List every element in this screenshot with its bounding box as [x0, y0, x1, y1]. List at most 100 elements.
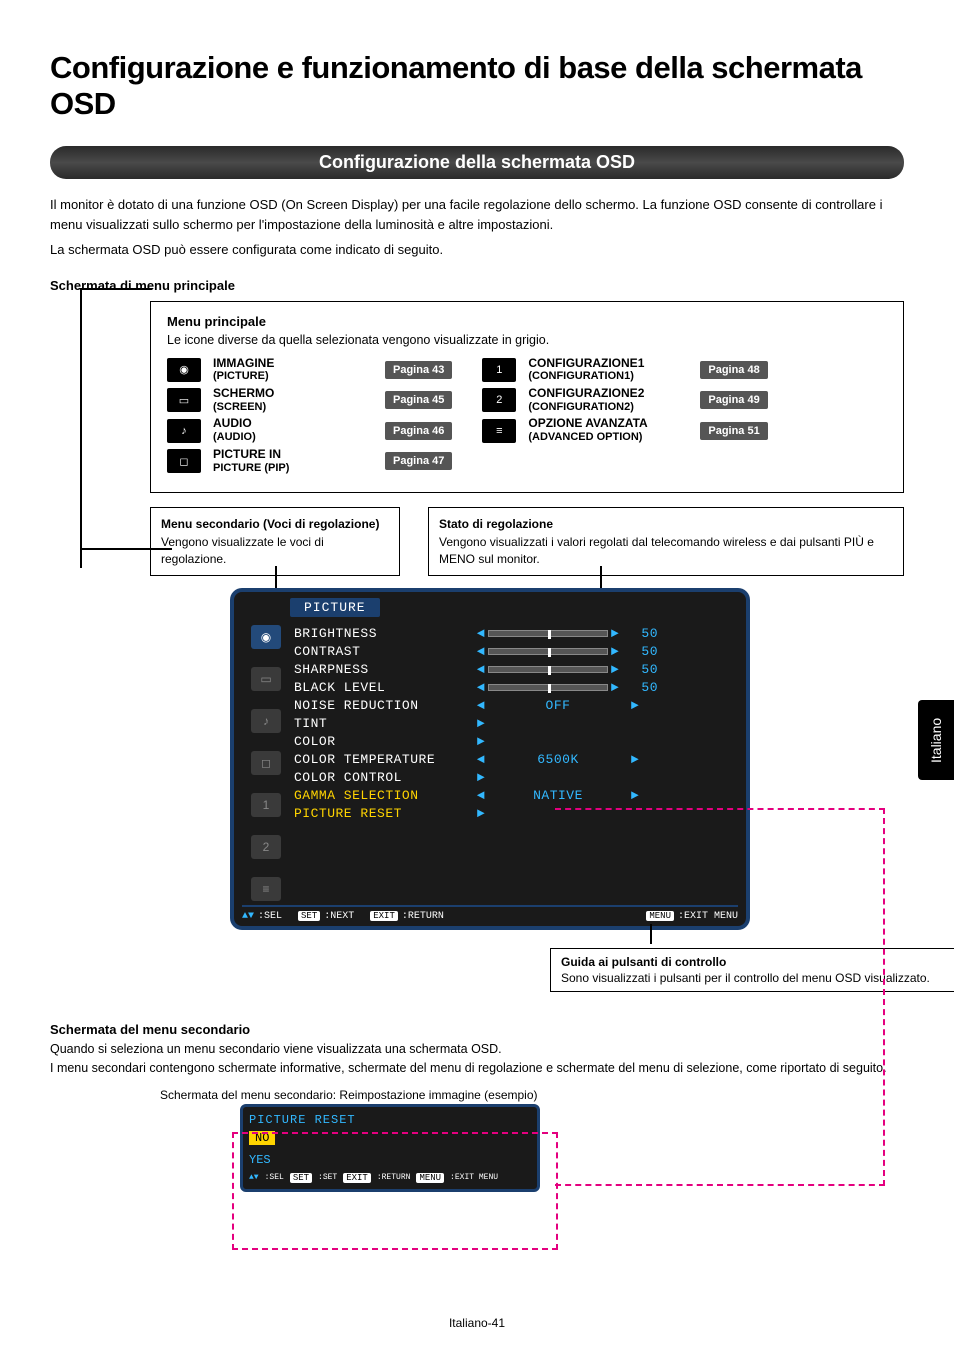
submenu-desc-title: Menu secondario (Voci di regolazione): [161, 516, 389, 532]
menu-sublabel: PICTURE (PIP): [213, 462, 373, 475]
menu-item-config2: 2 CONFIGURAZIONE2(CONFIGURATION2) Pagina…: [482, 387, 767, 413]
osd-row-label: PICTURE RESET: [294, 806, 474, 821]
osd-value: 50: [628, 680, 658, 695]
intro-paragraph-2: La schermata OSD può essere configurata …: [50, 240, 904, 260]
menu-sublabel: (AUDIO): [213, 431, 373, 444]
dashed-connector: [883, 808, 885, 1186]
menu-label: IMMAGINE: [213, 357, 373, 371]
osd-side-config1-icon: 1: [251, 793, 281, 817]
guide-box: Guida ai pulsanti di controllo Sono visu…: [550, 948, 954, 992]
pip-icon: ◻: [167, 449, 201, 473]
osd-center-value: 6500K: [488, 752, 628, 767]
menu-item-screen: ▭ SCHERMO(SCREEN) Pagina 45: [167, 387, 452, 413]
left-arrow-icon: ◄: [474, 626, 488, 641]
main-menu-screen-label: Schermata di menu principale: [50, 278, 904, 293]
footer-exitmenu: :EXIT MENU: [678, 911, 738, 922]
submenu-desc-text: Vengono visualizzate le voci di regolazi…: [161, 534, 389, 566]
dashed-connector: [555, 1184, 885, 1186]
osd-value: 50: [628, 644, 658, 659]
connector-line: [80, 548, 172, 550]
audio-icon: ♪: [167, 419, 201, 443]
left-arrow-icon: ◄: [474, 644, 488, 659]
osd-row-label: SHARPNESS: [294, 662, 474, 677]
main-menu-title: Menu principale: [167, 314, 887, 329]
screen-icon: ▭: [167, 388, 201, 412]
menu-sublabel: (SCREEN): [213, 401, 373, 414]
menu-item-audio: ♪ AUDIO(AUDIO) Pagina 46: [167, 417, 452, 443]
osd-center-value: OFF: [488, 698, 628, 713]
secondary-text-2: I menu secondari contengono schermate in…: [50, 1060, 904, 1078]
osd-side-config2-icon: 2: [251, 835, 281, 859]
osd-row-label: CONTRAST: [294, 644, 474, 659]
osd-main-panel: PICTURE ◉ ▭ ♪ ◻ 1 2 ≡ BRIGHTNESS◄►50CONT…: [230, 588, 750, 930]
secondary-menu-header: Schermata del menu secondario: [50, 1022, 904, 1037]
osd-side-audio-icon: ♪: [251, 709, 281, 733]
page-badge: Pagina 48: [700, 361, 767, 379]
menu-label: PICTURE IN: [213, 448, 373, 462]
osd-settings-list: BRIGHTNESS◄►50CONTRAST◄►50SHARPNESS◄►50B…: [290, 619, 738, 901]
secondary-text-1: Quando si seleziona un menu secondario v…: [50, 1041, 904, 1059]
menu-sublabel: (PICTURE): [213, 370, 373, 383]
menu-item-picture: ◉ IMMAGINE(PICTURE) Pagina 43: [167, 357, 452, 383]
connector-line: [650, 924, 652, 944]
osd-footer: ▲▼:SEL SET:NEXT EXIT:RETURN MENU:EXIT ME…: [242, 905, 738, 922]
page-badge: Pagina 51: [700, 422, 767, 440]
footer-set-tag: SET: [298, 911, 320, 921]
osd-row-label: TINT: [294, 716, 474, 731]
menu-item-config1: 1 CONFIGURAZIONE1(CONFIGURATION1) Pagina…: [482, 357, 767, 383]
osd-row: BRIGHTNESS◄►50: [294, 625, 734, 643]
menu-label: OPZIONE AVANZATA: [528, 417, 688, 431]
page-badge: Pagina 49: [700, 391, 767, 409]
page-badge: Pagina 43: [385, 361, 452, 379]
connector-line: [80, 288, 82, 568]
footer-exit-tag: EXIT: [370, 911, 398, 921]
left-arrow-icon: ◄: [474, 698, 488, 713]
right-arrow-icon: ►: [608, 644, 622, 659]
guide-title: Guida ai pulsanti di controllo: [561, 955, 954, 969]
left-arrow-icon: ◄: [474, 752, 488, 767]
page-title: Configurazione e funzionamento di base d…: [50, 50, 904, 122]
right-arrow-icon: ►: [474, 806, 488, 821]
osd-row: NOISE REDUCTION◄OFF►: [294, 697, 734, 715]
osd-row: TINT►: [294, 715, 734, 733]
osd-row: SHARPNESS◄►50: [294, 661, 734, 679]
menu-label: CONFIGURAZIONE2: [528, 387, 688, 401]
right-arrow-icon: ►: [628, 698, 642, 713]
osd-slider: [488, 630, 608, 637]
page-number: Italiano-41: [0, 1316, 954, 1330]
osd-row-label: COLOR TEMPERATURE: [294, 752, 474, 767]
section-title-bar: Configurazione della schermata OSD: [50, 146, 904, 179]
osd-side-advanced-icon: ≡: [251, 877, 281, 901]
menu-label: SCHERMO: [213, 387, 373, 401]
osd-row-label: NOISE REDUCTION: [294, 698, 474, 713]
osd-slider: [488, 684, 608, 691]
status-desc-title: Stato di regolazione: [439, 516, 893, 532]
status-desc-box: Stato di regolazione Vengono visualizzat…: [428, 507, 904, 576]
menu-sublabel: (CONFIGURATION1): [528, 370, 688, 383]
osd-row-label: COLOR CONTROL: [294, 770, 474, 785]
dashed-highlight-box: [232, 1132, 558, 1250]
osd-side-picture-icon: ◉: [251, 625, 281, 649]
osd-slider: [488, 648, 608, 655]
right-arrow-icon: ►: [608, 626, 622, 641]
config1-icon: 1: [482, 358, 516, 382]
connector-line: [80, 288, 152, 290]
right-arrow-icon: ►: [474, 716, 488, 731]
sub-osd-title: PICTURE RESET: [249, 1113, 531, 1127]
osd-row-label: GAMMA SELECTION: [294, 788, 474, 803]
main-menu-note: Le icone diverse da quella selezionata v…: [167, 333, 887, 347]
menu-sublabel: (CONFIGURATION2): [528, 401, 688, 414]
osd-row: COLOR►: [294, 733, 734, 751]
right-arrow-icon: ►: [628, 788, 642, 803]
osd-slider: [488, 666, 608, 673]
osd-row-label: BRIGHTNESS: [294, 626, 474, 641]
status-desc-text: Vengono visualizzati i valori regolati d…: [439, 534, 893, 566]
page-badge: Pagina 47: [385, 452, 452, 470]
menu-sublabel: (ADVANCED OPTION): [528, 431, 688, 444]
right-arrow-icon: ►: [474, 734, 488, 749]
osd-row: CONTRAST◄ ► 50: [294, 643, 734, 661]
osd-center-value: NATIVE: [488, 788, 628, 803]
main-menu-box: Menu principale Le icone diverse da quel…: [150, 301, 904, 494]
right-arrow-icon: ►: [474, 770, 488, 785]
language-tab: Italiano: [918, 700, 954, 780]
